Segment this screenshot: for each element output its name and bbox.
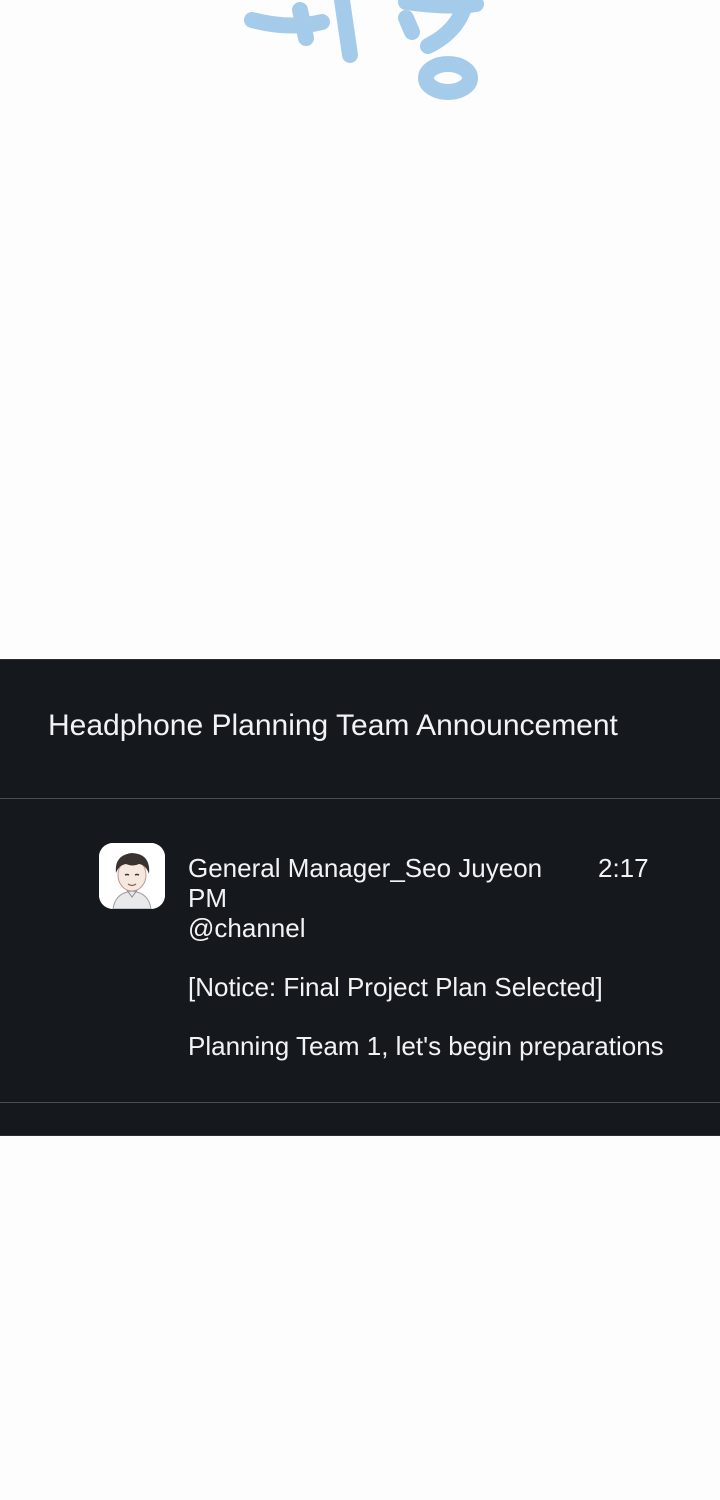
sound-effect-lettering [244,0,484,100]
channel-title: Headphone Planning Team Announcement [48,709,618,742]
message-time-period: PM [188,883,227,913]
webtoon-page: Headphone Planning Team Announcement Gen… [0,0,720,1500]
message-item[interactable]: General Manager_Seo Juyeon 2:17 PM @chan… [0,799,720,1103]
user-avatar-icon [99,843,165,909]
message-body: Planning Team 1, let's begin preparation… [188,1031,664,1061]
notice-line: [Notice: Final Project Plan Selected] [188,972,603,1002]
message-time: 2:17 [598,853,649,883]
sender-name[interactable]: General Manager_Seo Juyeon [188,853,542,883]
message-header: General Manager_Seo Juyeon 2:17 PM [188,853,658,913]
channel-header: Headphone Planning Team Announcement [0,660,720,799]
chat-panel: Headphone Planning Team Announcement Gen… [0,659,720,1136]
avatar[interactable] [99,843,165,909]
channel-mention[interactable]: @channel [188,913,305,943]
panel-footer [0,1103,720,1135]
